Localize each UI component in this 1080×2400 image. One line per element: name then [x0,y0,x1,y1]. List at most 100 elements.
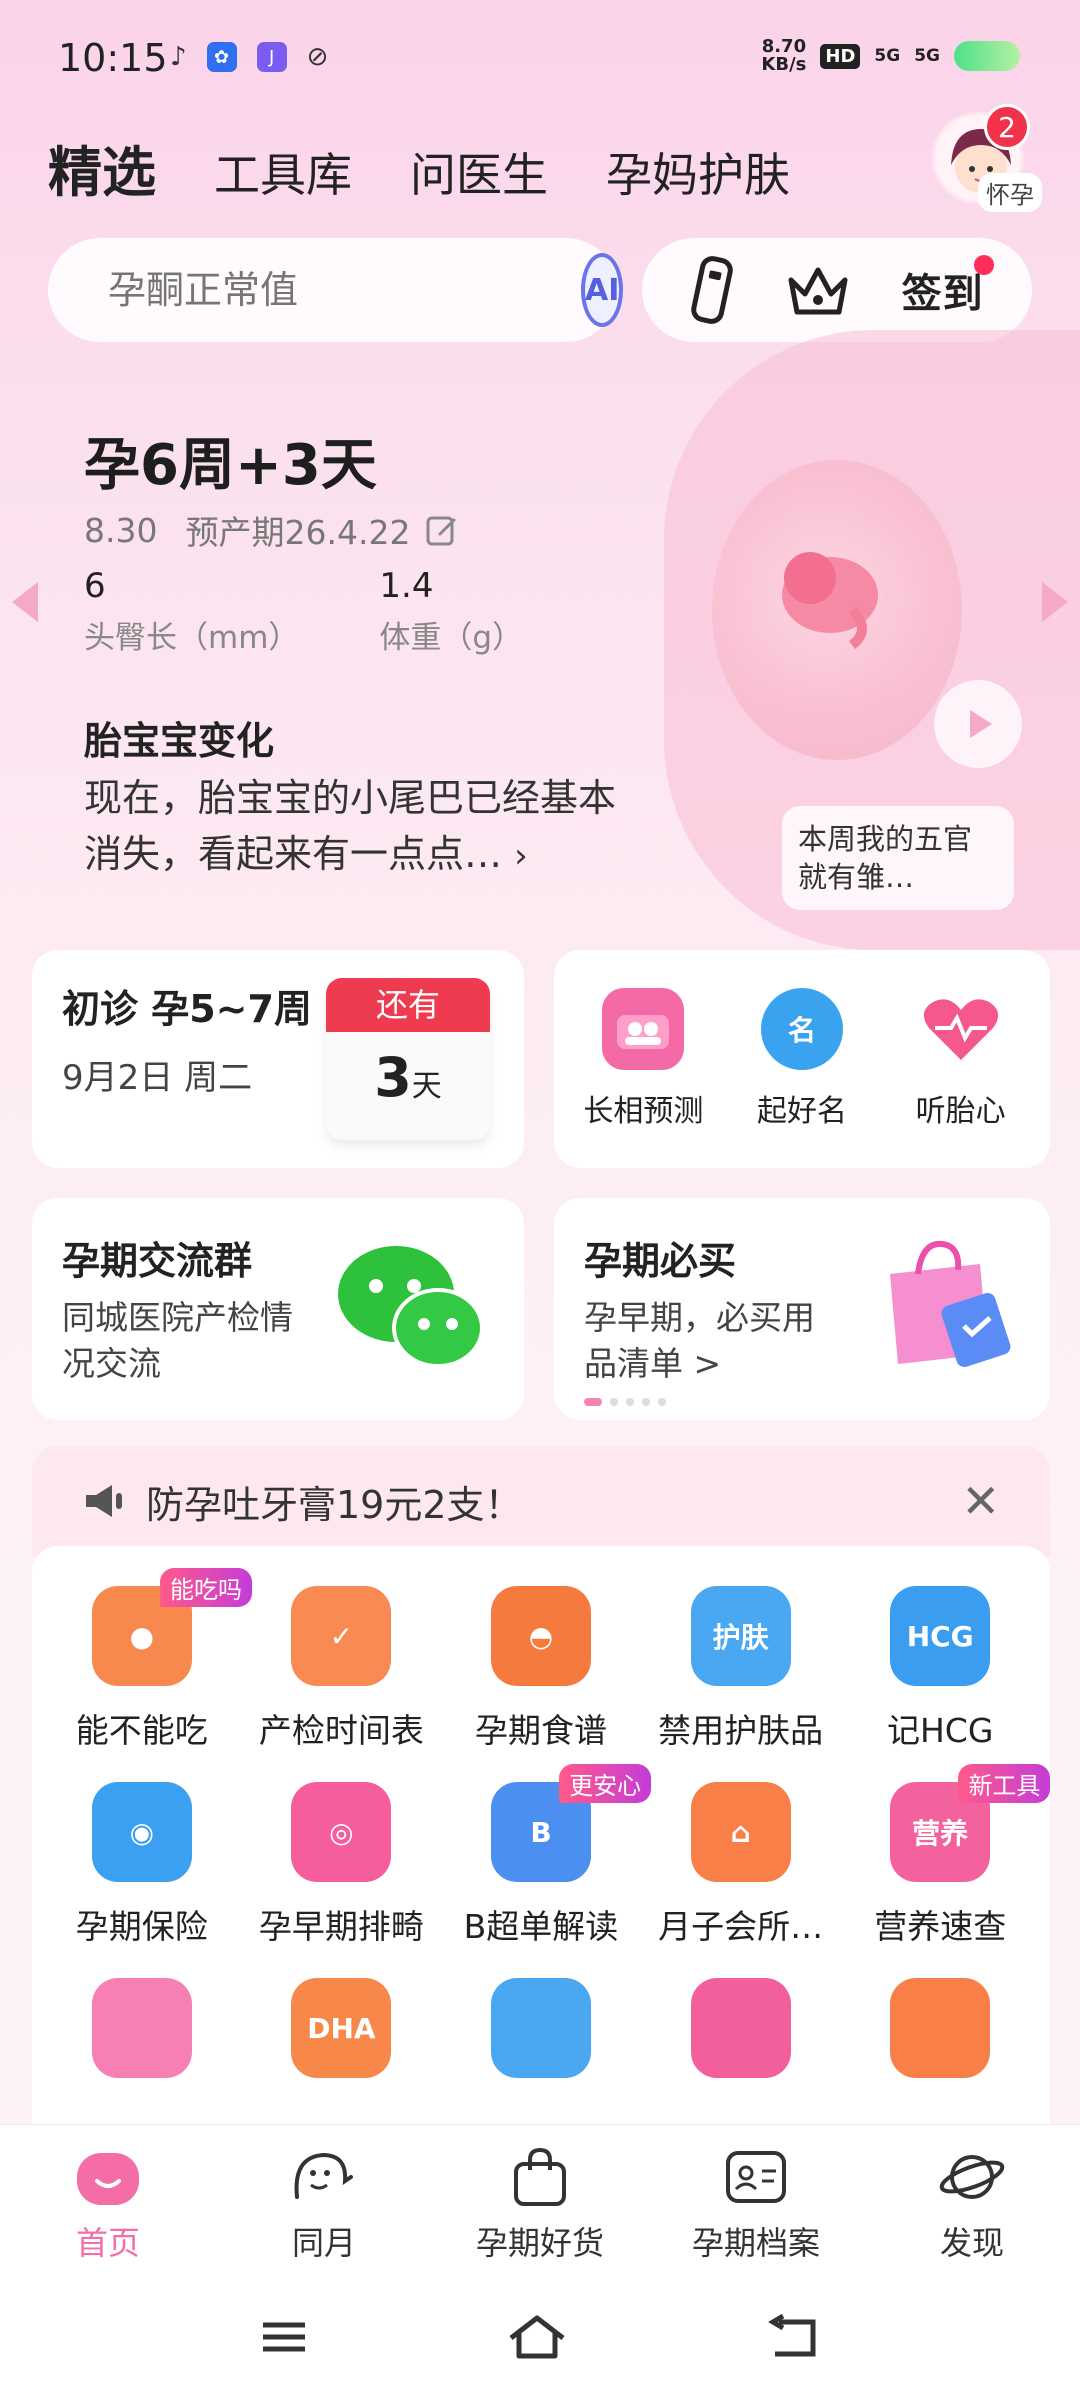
tool-label: B超单解读 [463,1907,619,1946]
nav-label: 孕期档案 [691,2223,820,2262]
tab-ask-doctor[interactable]: 问医生 [410,139,548,205]
baby-change-title: 胎宝宝变化 [84,719,275,763]
tool-grid-item[interactable]: ⌂ 月子会所… [641,1782,841,1948]
nav-records[interactable]: 孕期档案 [656,2142,856,2264]
tool-label: 孕期食谱 [474,1711,607,1750]
back-icon[interactable] [765,2314,821,2360]
chat-group-card[interactable]: 孕期交流群 同城医院产检情况交流 [32,1198,524,1420]
tool-icon: ⌂ [690,1782,791,1882]
search-input[interactable] [108,268,581,312]
tool-grid-item[interactable]: ✓ 产检时间表 [242,1586,442,1752]
stat-value: 6 [84,566,106,606]
tool-grid-item[interactable]: HCG 记HCG [840,1586,1040,1752]
due-date: 预产期26.4.22 [185,513,411,552]
embryo-image[interactable] [712,460,962,760]
nav-label: 孕期好货 [475,2223,604,2262]
nav-home[interactable]: 首页 [8,2142,208,2264]
checkin-red-dot [973,255,994,275]
tool-grid-item[interactable]: DHA [242,1978,442,2096]
play-button[interactable] [934,680,1022,768]
embryo-caption[interactable]: 本周我的五官就有雏… [782,806,1014,910]
prev-week-arrow-icon[interactable] [12,582,38,622]
tool-face-predict[interactable]: 长相预测 [568,988,718,1130]
countdown-label: 还有 [326,978,490,1032]
tool-icon: 护肤 [690,1586,791,1686]
stat-label: 头臀长（mm） [84,620,300,656]
checkin-label: 签到 [901,271,984,317]
nav-discover[interactable]: 发现 [872,2142,1072,2264]
status-notification-icons: ♪ ✿ J ⊘ [170,42,328,72]
carousel-dots [584,1398,666,1406]
checkup-title: 初诊 孕5~7周 [62,987,312,1031]
next-week-arrow-icon[interactable] [1042,582,1068,622]
tool-grid-item[interactable]: B 更安心 B超单解读 [441,1764,652,1948]
hd-badge: HD [820,43,861,69]
tool-grid-item[interactable] [42,1978,242,2096]
tab-tools[interactable]: 工具库 [214,139,352,205]
tool-grid-item[interactable] [840,1978,1040,2096]
tool-icon [91,1978,192,2078]
carousel-dot [658,1398,666,1406]
menu-icon[interactable] [259,2317,309,2357]
tool-grid-item[interactable]: 护肤 禁用护肤品 [641,1586,841,1752]
tab-skincare[interactable]: 孕妈护肤 [606,139,790,205]
top-tabs: 精选 工具库 问医生 孕妈护肤 [48,128,848,207]
tool-label: 长相预测 [583,1094,704,1129]
stat-crown-rump-length: 6 头臀长（mm） [84,566,299,657]
tool-grid-item[interactable]: ◎ 孕早期排畸 [242,1782,442,1948]
nav-goods[interactable]: 孕期好货 [440,2142,640,2264]
nav-label: 首页 [75,2223,140,2262]
countdown-value: 3天 [326,1046,490,1109]
tool-icon [690,1978,791,2078]
avatar[interactable]: 怀孕 2 [932,104,1042,212]
edit-icon[interactable] [424,512,460,548]
right-actions: 签到 [642,238,1032,342]
notification-badge: 2 [984,104,1030,150]
tool-label: 起好名 [756,1094,847,1129]
pregnancy-week: 孕6周+3天 [84,433,377,498]
status-time: 10:15 [58,36,168,80]
must-buy-card[interactable]: 孕期必买 孕早期，必买用品清单 > [554,1198,1050,1420]
face-predict-icon [602,988,685,1070]
same-month-icon [289,2142,359,2212]
tool-grid-item[interactable]: ● 能吃吗 能不能吃 [42,1568,252,1752]
crown-icon[interactable] [783,260,853,320]
chevron-right-icon: › [514,836,528,876]
tab-featured[interactable]: 精选 [48,128,156,207]
nav-same-month[interactable]: 同月 [224,2142,424,2264]
tool-grid-item[interactable] [441,1978,641,2096]
stat-weight: 1.4 体重（g） [379,566,523,657]
checkin-button[interactable]: 签到 [901,255,994,319]
ai-button[interactable]: AI [581,253,624,327]
promo-banner[interactable]: 防孕吐牙膏19元2支！ ✕ [32,1446,1050,1556]
megaphone-icon [86,1485,122,1517]
signal-5g-2: 5G [914,46,940,66]
tool-label: 产检时间表 [258,1711,424,1750]
battery-icon [954,41,1020,71]
tool-tag-badge: 能吃吗 [160,1568,252,1607]
shopping-bag-icon [890,1240,1011,1368]
tool-grid-item[interactable]: ◉ 孕期保险 [42,1782,242,1948]
tool-icon: ✓ [291,1586,392,1686]
home-icon [73,2142,143,2212]
home-nav-icon[interactable] [507,2314,567,2360]
tool-grid-item[interactable]: 营养 新工具 营养速查 [840,1764,1050,1948]
carousel-dot [610,1398,618,1406]
tool-grid-item[interactable]: ◓ 孕期食谱 [441,1586,641,1752]
tool-icon: ◉ [91,1782,192,1882]
bottom-nav: 首页 同月 孕期好货 孕期档案 发现 [0,2124,1080,2274]
heartbeat-icon [920,988,1002,1070]
tool-grid-item[interactable] [641,1978,841,2096]
baby-change-description[interactable]: 现在，胎宝宝的小尾巴已经基本消失，看起来有一点点… › [84,770,644,884]
tool-icon: ◎ [291,1782,392,1882]
stat-label: 体重（g） [379,620,524,656]
tool-icon: HCG [890,1586,991,1686]
close-icon[interactable]: ✕ [961,1474,1000,1528]
tool-heartbeat[interactable]: 听胎心 [886,988,1036,1130]
remote-control-icon[interactable] [690,255,734,325]
tool-tag-badge: 更安心 [559,1764,652,1803]
checkup-card[interactable]: 初诊 孕5~7周 9月2日 周二 还有 3天 [32,950,524,1168]
search-bar[interactable]: AI [48,238,624,342]
countdown-calendar: 还有 3天 [326,978,490,1140]
tool-naming[interactable]: 名 起好名 [727,988,877,1130]
